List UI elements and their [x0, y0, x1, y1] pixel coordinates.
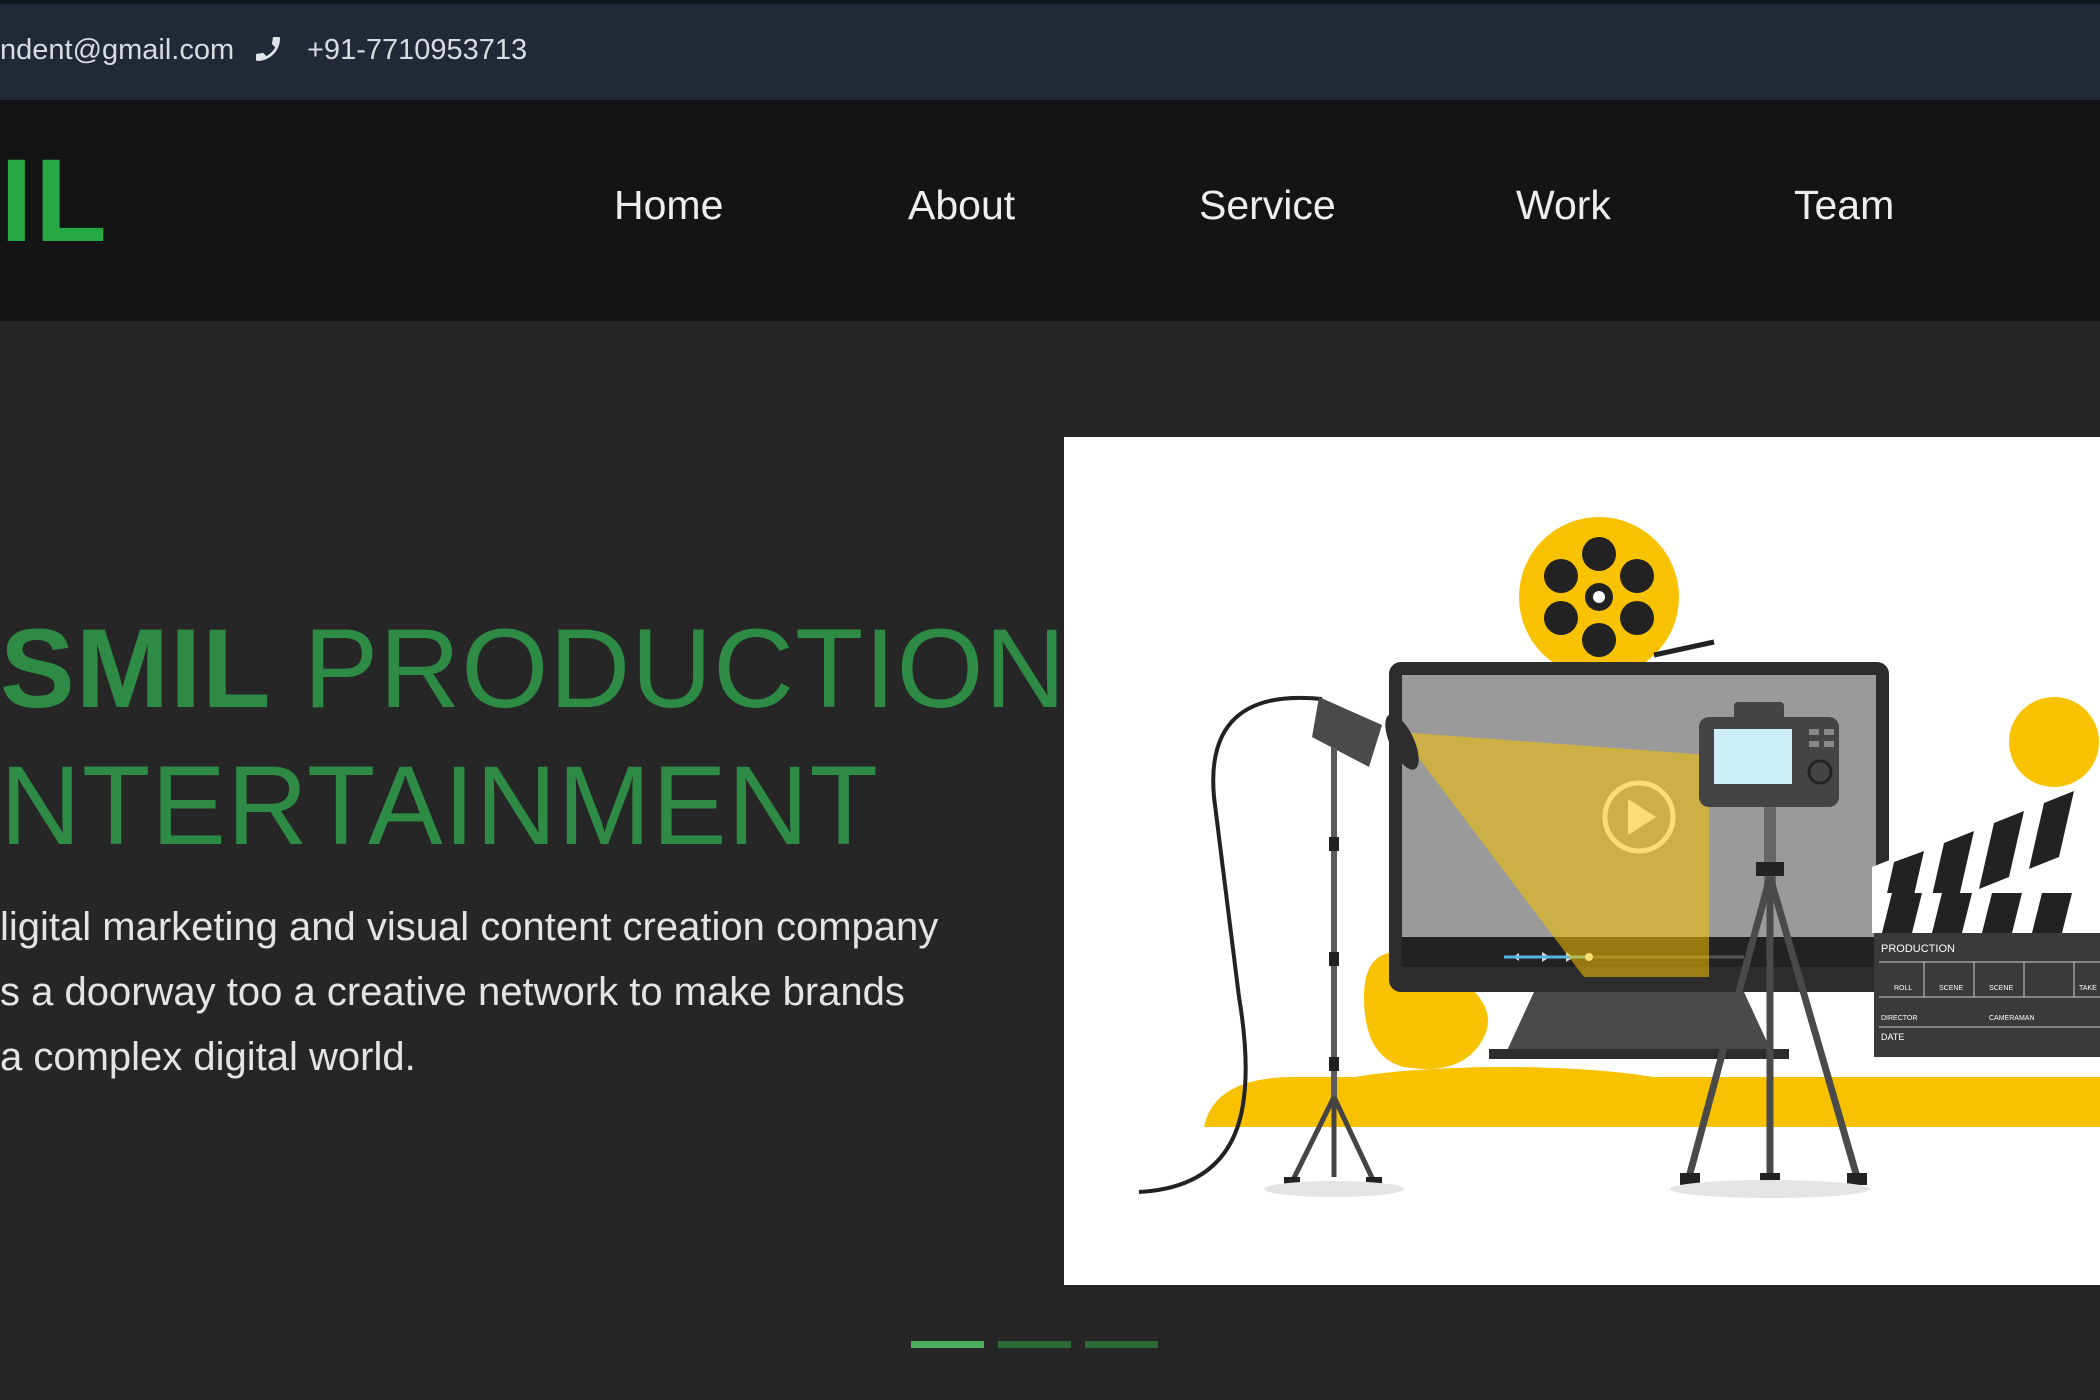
video-production-illustration: PRODUCTION ROLL SCENE SCENE TAKE DIRECTO…: [1138, 517, 2100, 1198]
carousel-indicator-1[interactable]: [911, 1341, 984, 1348]
nav-service[interactable]: Service: [1199, 182, 1336, 229]
site-logo[interactable]: IL: [0, 142, 109, 260]
hero-description-line: s a doorway too a creative network to ma…: [0, 970, 905, 1014]
clapper-date: DATE: [1881, 1032, 1904, 1042]
nav-work[interactable]: Work: [1516, 182, 1611, 229]
nav-about[interactable]: About: [908, 182, 1015, 229]
nav-team[interactable]: Team: [1794, 182, 1894, 229]
main-navbar: IL Home About Service Work Team: [0, 100, 2100, 321]
clapper-field: SCENE: [1989, 985, 2013, 992]
clapper-field: SCENE: [1939, 985, 1963, 992]
hero-description-line: a complex digital world.: [0, 1035, 416, 1079]
phone-icon: [256, 37, 280, 61]
clapper-field: ROLL: [1894, 985, 1912, 992]
clapper-title: PRODUCTION: [1881, 943, 1955, 955]
clapper-field: TAKE: [2079, 985, 2097, 992]
hero-illustration: PRODUCTION ROLL SCENE SCENE TAKE DIRECTO…: [1064, 437, 2100, 1285]
hero-title: SMIL PRODUCTION NTERTAINMENT: [0, 600, 1067, 874]
carousel-indicator-2[interactable]: [998, 1341, 1071, 1348]
nav-home[interactable]: Home: [614, 182, 723, 229]
contact-email[interactable]: ndent@gmail.com: [0, 34, 234, 67]
hero-description-line: ligital marketing and visual content cre…: [0, 905, 939, 949]
hero-title-brand: SMIL: [0, 606, 272, 731]
carousel-indicator-3[interactable]: [1085, 1341, 1158, 1348]
top-contact-bar: ndent@gmail.com +91-7710953713: [0, 0, 2100, 100]
hero-title-rest: PRODUCTION: [303, 606, 1067, 731]
contact-phone[interactable]: +91-7710953713: [307, 34, 527, 67]
clapper-director: DIRECTOR: [1881, 1015, 1917, 1022]
hero-description: ligital marketing and visual content cre…: [0, 895, 1040, 1090]
clapper-cameraman: CAMERAMAN: [1989, 1015, 2035, 1022]
clapperboard-icon: PRODUCTION ROLL SCENE SCENE TAKE DIRECTO…: [1872, 697, 2100, 1057]
film-reel-icon: [1519, 517, 1715, 677]
hero-title-line2: NTERTAINMENT: [0, 743, 879, 868]
